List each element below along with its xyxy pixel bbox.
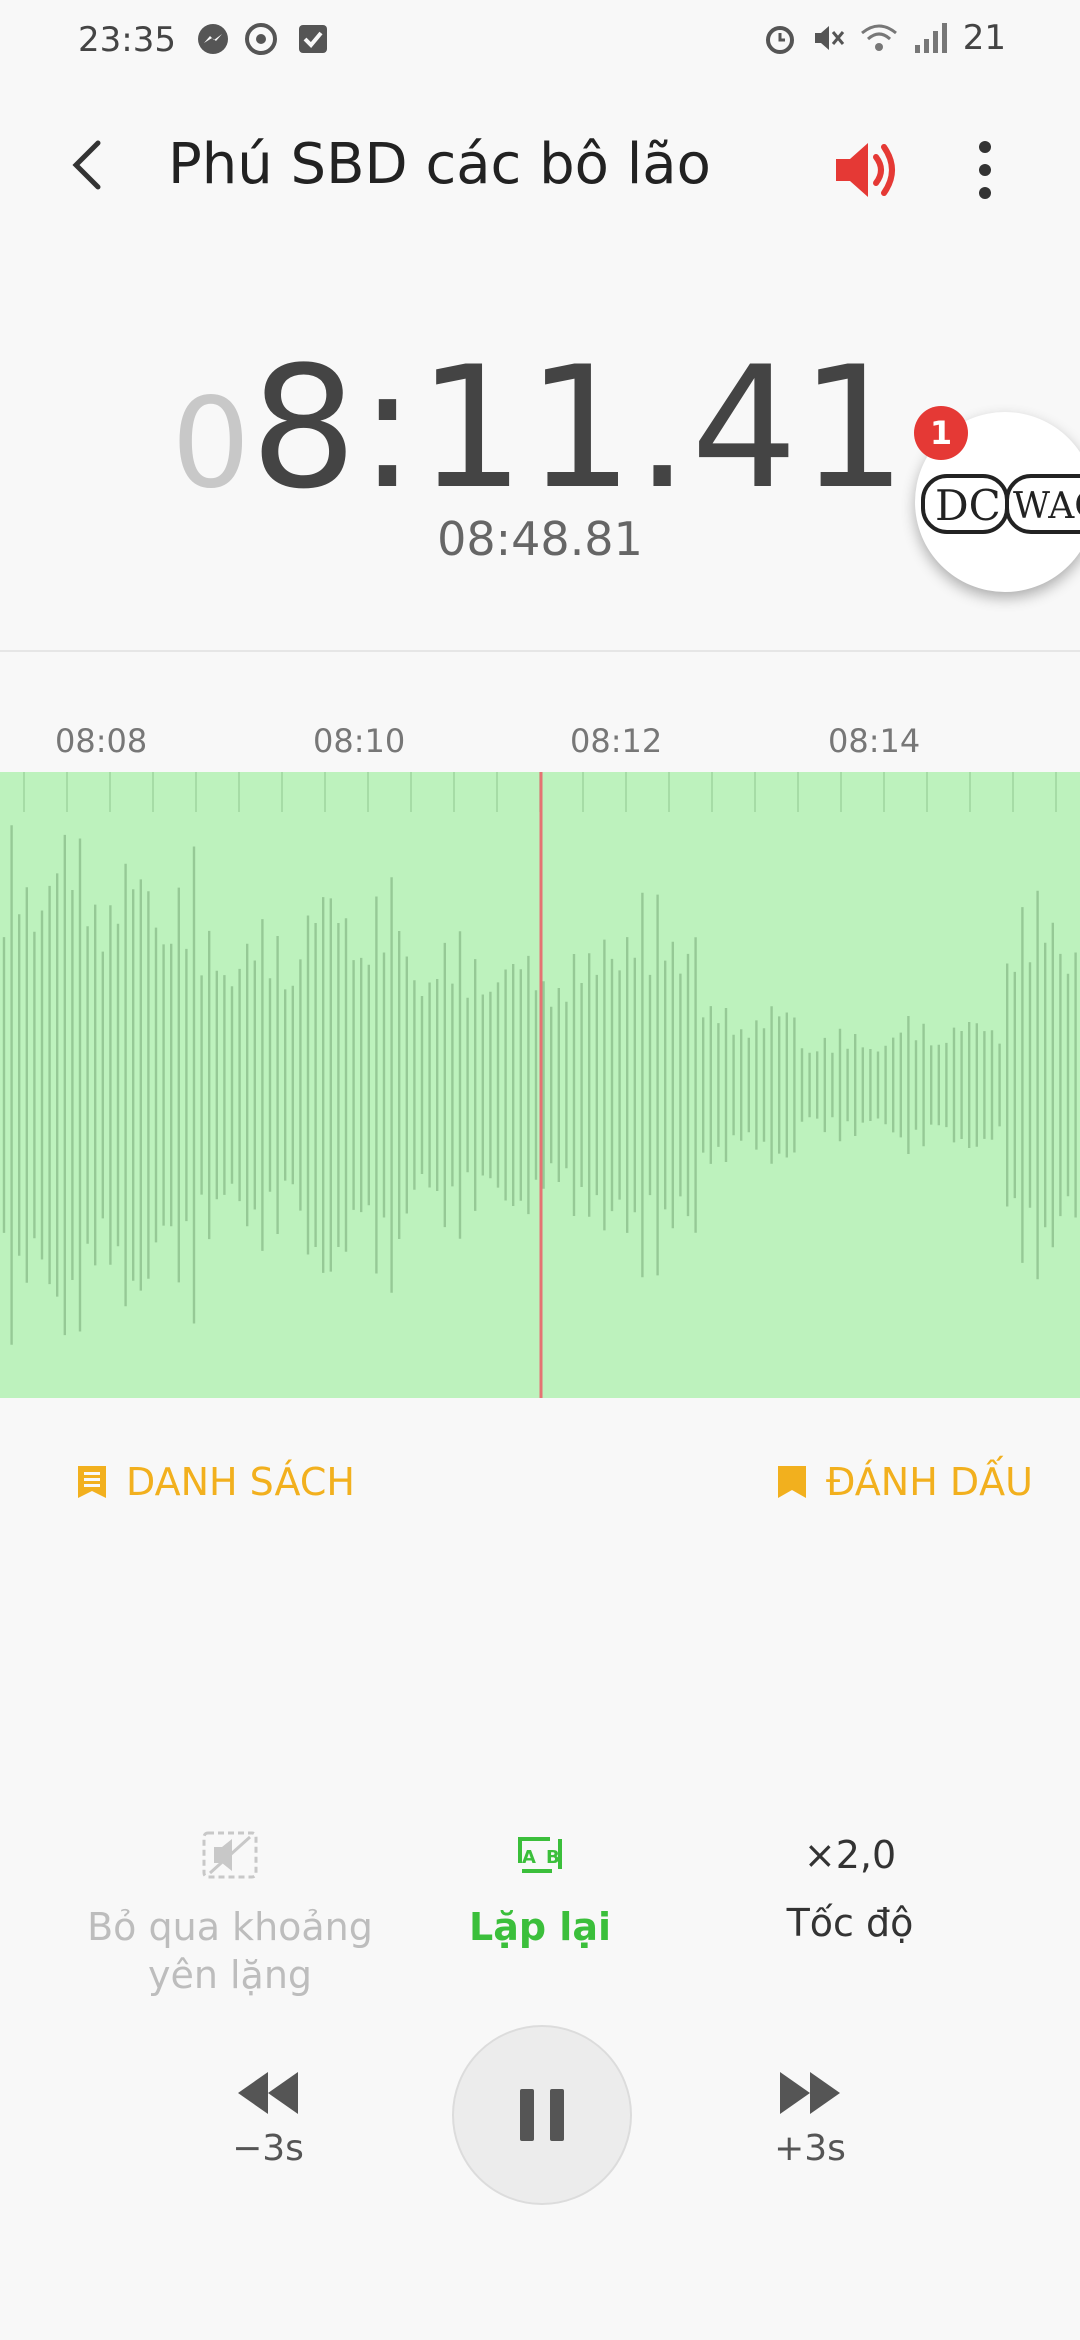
speed-value: ×2,0 bbox=[803, 1833, 897, 1877]
timeline-label: 08:10 bbox=[313, 722, 406, 760]
timeline-label: 08:12 bbox=[570, 722, 663, 760]
skip-silence-label-line1: Bỏ qua khoảng bbox=[87, 1905, 373, 1949]
rewind-icon bbox=[238, 2072, 298, 2114]
svg-text:DC: DC bbox=[935, 481, 1001, 530]
list-icon bbox=[78, 1466, 106, 1498]
list-button[interactable]: DANH SÁCH bbox=[76, 1460, 355, 1504]
more-vertical-icon[interactable] bbox=[960, 135, 1010, 205]
bookmark-button[interactable]: ĐÁNH DẤU bbox=[776, 1460, 1033, 1504]
repeat-ab-icon: A B bbox=[518, 1837, 562, 1873]
timeline-label: 08:08 bbox=[55, 722, 148, 760]
svg-text:WAC: WAC bbox=[1013, 486, 1080, 527]
waveform[interactable] bbox=[0, 772, 1080, 1398]
speaker-icon[interactable] bbox=[830, 135, 900, 205]
svg-text:A: A bbox=[522, 1847, 536, 1868]
messenger-icon bbox=[198, 24, 228, 54]
rewind-label: −3s bbox=[232, 2128, 304, 2169]
repeat-button[interactable]: A B Lặp lại bbox=[390, 1825, 690, 1951]
skip-silence-label-line2: yên lặng bbox=[147, 1953, 313, 1997]
speed-label: Tốc độ bbox=[786, 1901, 914, 1945]
speed-button[interactable]: ×2,0 Tốc độ bbox=[700, 1825, 1000, 1947]
pause-button[interactable] bbox=[452, 2025, 632, 2205]
skip-silence-button[interactable]: Bỏ qua khoảng yên lặng bbox=[80, 1825, 380, 1999]
status-time: 23:35 bbox=[78, 20, 176, 60]
fast-forward-icon bbox=[780, 2072, 840, 2114]
skip-silence-icon bbox=[202, 1831, 258, 1879]
elapsed-time-leading: 0 bbox=[171, 372, 251, 516]
page-title: Phú SBD các bô lão bbox=[168, 132, 711, 197]
rewind-button[interactable]: −3s bbox=[168, 2070, 368, 2169]
battery-level: 21 bbox=[962, 18, 1006, 58]
list-label: DANH SÁCH bbox=[126, 1460, 355, 1504]
back-arrow-icon[interactable] bbox=[60, 135, 120, 195]
elapsed-time-main: 8:11.41 bbox=[250, 330, 909, 526]
pause-icon bbox=[520, 2089, 564, 2141]
timeline-label: 08:14 bbox=[828, 722, 921, 760]
wifi-icon bbox=[860, 24, 897, 51]
waveform-bars bbox=[2, 772, 1077, 1398]
repeat-label: Lặp lại bbox=[469, 1905, 611, 1949]
checkbox-icon bbox=[299, 25, 327, 53]
status-right: 21 bbox=[763, 18, 1006, 58]
timeline-ruler: 08:08 08:10 08:12 08:14 bbox=[0, 650, 1080, 772]
forward-button[interactable]: +3s bbox=[710, 2070, 910, 2169]
bookmark-icon bbox=[778, 1466, 806, 1498]
notification-badge: 1 bbox=[914, 406, 968, 460]
forward-label: +3s bbox=[774, 2128, 846, 2169]
alarm-icon bbox=[765, 26, 794, 54]
svg-text:B: B bbox=[546, 1847, 560, 1868]
signal-icon bbox=[914, 23, 947, 53]
bookmark-label: ĐÁNH DẤU bbox=[826, 1460, 1033, 1504]
status-bar: 23:35 21 bbox=[0, 0, 1080, 84]
mute-icon bbox=[814, 26, 844, 50]
settings-icon bbox=[245, 23, 277, 55]
